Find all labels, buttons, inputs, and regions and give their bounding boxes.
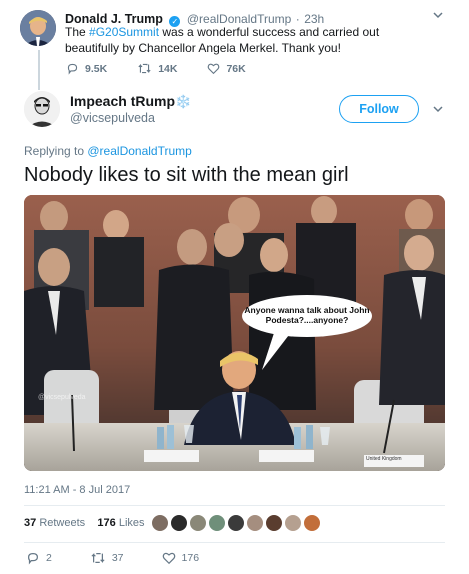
speech-bubble: Anyone wanna talk about John Podesta?...… xyxy=(242,295,372,337)
parent-retweet-count: 14K xyxy=(158,62,178,75)
parent-avatar-image xyxy=(20,10,56,46)
tweet-photo[interactable]: Anyone wanna talk about John Podesta?...… xyxy=(24,195,445,471)
parent-reply-button[interactable]: 9.5K xyxy=(66,62,107,75)
hashtag-link[interactable]: #G20Summit xyxy=(89,25,159,39)
parent-text-part1: The xyxy=(65,25,90,39)
liker-avatar[interactable] xyxy=(227,514,245,532)
parent-actions: 9.5K 14K 76K xyxy=(66,62,246,75)
retweet-button[interactable]: 37 xyxy=(90,551,124,565)
tweet-stats: 37 Retweets 176 Likes xyxy=(24,517,145,529)
chevron-down-icon[interactable] xyxy=(432,9,444,24)
divider-bottom xyxy=(24,542,445,543)
replying-handle-link[interactable]: @realDonaldTrump xyxy=(87,144,191,158)
parent-reply-count: 9.5K xyxy=(85,62,108,75)
photo-scene xyxy=(24,195,445,471)
photo-watermark: @vicsepulveda xyxy=(38,394,86,401)
liker-avatar[interactable] xyxy=(246,514,264,532)
tweet-text: Nobody likes to sit with the mean girl xyxy=(24,164,349,186)
parent-retweet-button[interactable]: 14K xyxy=(137,62,177,75)
reply-icon xyxy=(28,553,38,565)
parent-tweet-text: The #G20Summit was a wonderful success a… xyxy=(65,24,435,56)
divider-top xyxy=(24,505,445,506)
like-count: 176 xyxy=(181,552,200,564)
author-avatar-image xyxy=(24,91,60,127)
heart-icon xyxy=(208,63,220,75)
parent-like-count: 76K xyxy=(226,62,246,75)
likers-avatars xyxy=(151,514,322,532)
liker-avatar[interactable] xyxy=(189,514,207,532)
like-button[interactable]: 176 xyxy=(162,551,200,565)
reply-button[interactable]: 2 xyxy=(26,551,52,565)
heart-icon xyxy=(162,552,175,565)
snowflake-icon: ❄️ xyxy=(175,95,192,110)
replying-prefix: Replying to xyxy=(24,144,88,158)
retweet-count: 37 xyxy=(111,552,124,564)
author-name[interactable]: Impeach tRump xyxy=(70,93,175,109)
liker-avatar[interactable] xyxy=(208,514,226,532)
likes-stat[interactable]: 176 Likes xyxy=(97,517,144,529)
retweets-stat-label: Retweets xyxy=(39,517,86,529)
reply-count: 2 xyxy=(46,552,52,564)
thread-line xyxy=(38,50,40,90)
nameplate-label: United Kingdom xyxy=(366,456,402,462)
retweets-stat-count: 37 xyxy=(24,517,37,529)
reply-icon xyxy=(67,63,78,75)
retweets-stat[interactable]: 37 Retweets xyxy=(24,517,85,529)
retweet-icon xyxy=(91,553,105,563)
liker-avatar[interactable] xyxy=(284,514,302,532)
tweet-menu-chevron-icon[interactable] xyxy=(432,103,444,118)
liker-avatar[interactable] xyxy=(265,514,283,532)
tweet-actions: 2 37 176 xyxy=(26,551,199,565)
follow-button[interactable]: Follow xyxy=(339,95,419,123)
likes-stat-label: Likes xyxy=(118,517,145,529)
replying-to: Replying to @realDonaldTrump xyxy=(24,144,192,158)
parent-like-button[interactable]: 76K xyxy=(207,62,246,75)
retweet-icon xyxy=(138,63,151,74)
tweet-timestamp[interactable]: 11:21 AM - 8 Jul 2017 xyxy=(24,484,130,496)
parent-avatar[interactable] xyxy=(20,10,56,46)
liker-avatar[interactable] xyxy=(151,514,169,532)
liker-avatar[interactable] xyxy=(170,514,188,532)
author-avatar[interactable] xyxy=(24,91,60,127)
author-name-row: Impeach tRump❄️ xyxy=(70,93,191,111)
likes-stat-count: 176 xyxy=(97,517,116,529)
author-handle[interactable]: @vicsepulveda xyxy=(70,111,155,125)
liker-avatar[interactable] xyxy=(303,514,321,532)
